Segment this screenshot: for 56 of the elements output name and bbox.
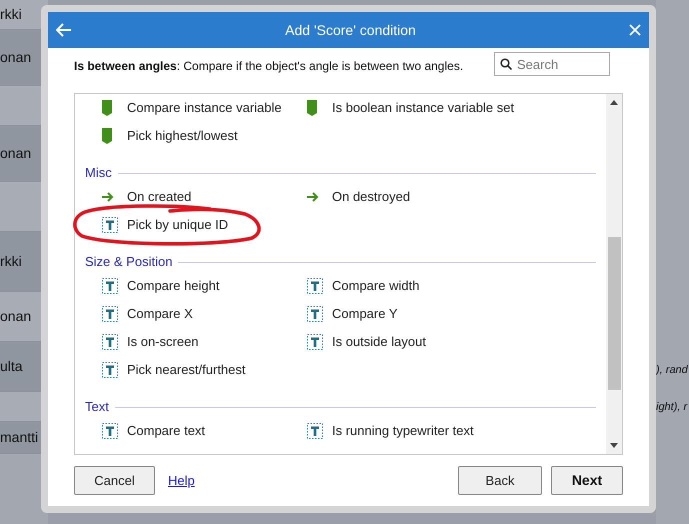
letter-t-box-icon — [307, 306, 323, 322]
letter-t-box-icon — [102, 217, 118, 233]
condition-item[interactable]: Is boolean instance variable set — [290, 94, 596, 122]
arrow-right-icon — [307, 192, 319, 202]
condition-item[interactable]: Is running typewriter text — [290, 417, 596, 445]
category-header: Text — [85, 398, 109, 416]
shield-icon — [102, 128, 112, 144]
letter-t-box-icon — [307, 334, 323, 350]
row-text: mantti — [0, 428, 38, 447]
window-title: Add 'Score' condition — [284, 20, 417, 40]
description-text: Is between angles: Compare if the object's angle is between two angles. — [74, 58, 464, 75]
row-text: ulta — [0, 357, 23, 376]
back-button[interactable]: Back — [458, 466, 542, 495]
condition-item[interactable]: Is outside layout — [290, 328, 596, 356]
condition-item[interactable]: Pick by unique ID — [85, 211, 290, 239]
condition-item[interactable]: Compare X — [85, 300, 290, 328]
scrollbar-thumb[interactable] — [608, 237, 620, 390]
letter-t-box-icon — [307, 423, 323, 439]
condition-item[interactable]: Compare height — [85, 272, 290, 300]
scroll-up-icon[interactable] — [610, 100, 618, 105]
back-arrow-icon[interactable] — [56, 23, 72, 37]
letter-t-box-icon — [102, 306, 118, 322]
row-text: onan — [0, 307, 32, 326]
condition-item[interactable]: Compare instance variable — [85, 94, 290, 122]
condition-item[interactable]: Is on-screen — [85, 328, 290, 356]
condition-item[interactable]: Pick nearest/furthest — [85, 356, 290, 384]
close-icon[interactable] — [629, 24, 641, 36]
condition-item[interactable]: Compare width — [290, 272, 596, 300]
category-header: Misc — [85, 164, 112, 182]
category-header: Size & Position — [85, 253, 172, 272]
condition-item[interactable]: On destroyed — [290, 183, 596, 211]
arrow-right-icon — [102, 192, 114, 202]
letter-t-box-icon — [102, 278, 118, 294]
row-text: rkki — [0, 252, 22, 271]
letter-t-box-icon — [102, 334, 118, 350]
help-link[interactable]: Help — [168, 470, 195, 490]
condition-item[interactable]: On created — [85, 183, 290, 211]
row-text: onan — [0, 48, 32, 67]
shield-icon — [102, 100, 112, 116]
letter-t-box-icon — [102, 362, 118, 378]
row-text: rkki — [0, 5, 22, 24]
condition-item[interactable]: Pick highest/lowest — [85, 122, 290, 150]
shield-icon — [307, 100, 317, 116]
cancel-button[interactable]: Cancel — [74, 466, 155, 495]
row-text: ight), r — [656, 400, 688, 415]
search-field[interactable]: Search — [494, 52, 610, 76]
letter-t-box-icon — [102, 423, 118, 439]
scroll-down-icon[interactable] — [610, 443, 618, 448]
condition-item[interactable]: Compare text — [85, 417, 290, 445]
letter-t-box-icon — [307, 278, 323, 294]
row-text: ), rand — [656, 362, 688, 378]
row-text: onan — [0, 144, 32, 163]
next-button[interactable]: Next — [551, 466, 623, 495]
scrollbar[interactable] — [606, 94, 622, 454]
search-icon — [500, 58, 512, 70]
condition-item[interactable]: Compare Y — [290, 300, 596, 328]
